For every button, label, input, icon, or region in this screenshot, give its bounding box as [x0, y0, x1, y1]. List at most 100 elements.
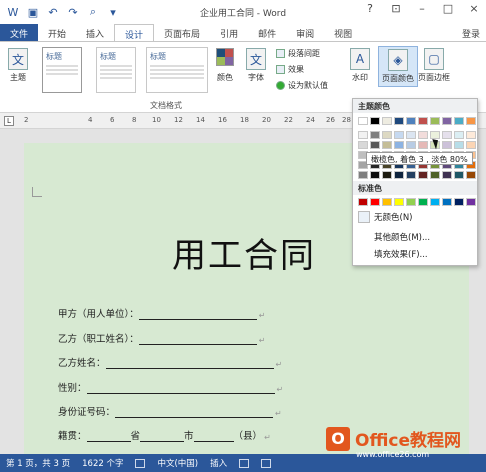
ruler-tick: 10: [152, 116, 161, 124]
theme-shade-swatch[interactable]: [454, 171, 464, 179]
standard-color-swatch[interactable]: [418, 198, 428, 206]
standard-color-swatch[interactable]: [394, 198, 404, 206]
theme-shade-swatch[interactable]: [382, 171, 392, 179]
word-app-icon[interactable]: W: [6, 5, 20, 19]
theme-shade-swatch[interactable]: [418, 141, 428, 149]
save-icon[interactable]: ▣: [26, 5, 40, 19]
theme-shade-swatch[interactable]: [358, 171, 368, 179]
tab-review[interactable]: 审阅: [286, 24, 324, 42]
theme-shade-swatch[interactable]: [406, 131, 416, 139]
tab-file[interactable]: 文件: [0, 24, 38, 42]
theme-color-swatch[interactable]: [394, 117, 404, 125]
standard-color-swatch[interactable]: [358, 198, 368, 206]
theme-shade-swatch[interactable]: [370, 131, 380, 139]
no-color-option[interactable]: 无颜色(N): [358, 211, 413, 223]
theme-shade-swatch[interactable]: [442, 131, 452, 139]
language-indicator[interactable]: 中文(中国): [157, 457, 198, 469]
theme-shade-swatch[interactable]: [454, 131, 464, 139]
theme-shade-swatch[interactable]: [370, 141, 380, 149]
theme-shade-swatch[interactable]: [394, 141, 404, 149]
standard-color-swatch[interactable]: [466, 198, 476, 206]
theme-shade-swatch[interactable]: [358, 141, 368, 149]
field-party-b-name[interactable]: 乙方姓名： ↵: [58, 355, 282, 369]
standard-color-swatch[interactable]: [430, 198, 440, 206]
page-color-button[interactable]: ◈ 页面颜色: [378, 46, 418, 87]
theme-shade-swatch[interactable]: [466, 141, 476, 149]
paragraph-spacing-button[interactable]: 段落间距: [276, 48, 320, 59]
customize-qat-icon[interactable]: ▾: [106, 5, 120, 19]
colors-button[interactable]: 颜色: [216, 48, 234, 83]
style-set-3[interactable]: 标题: [146, 47, 208, 93]
style-set-1[interactable]: 标题: [42, 47, 82, 93]
fonts-button[interactable]: 文 字体: [246, 48, 266, 83]
print-layout-icon[interactable]: [261, 458, 272, 468]
proofing-icon[interactable]: [135, 458, 146, 468]
tab-design[interactable]: 设计: [114, 24, 155, 42]
tab-view[interactable]: 视图: [324, 24, 362, 42]
theme-color-swatch[interactable]: [454, 117, 464, 125]
standard-color-swatch[interactable]: [406, 198, 416, 206]
theme-shade-swatch[interactable]: [406, 171, 416, 179]
theme-shade-swatch[interactable]: [382, 141, 392, 149]
theme-shade-swatch[interactable]: [466, 171, 476, 179]
standard-color-swatch[interactable]: [382, 198, 392, 206]
page-borders-button[interactable]: ▢ 页面边框: [418, 48, 450, 83]
field-party-a[interactable]: 甲方（用人单位）： ↵: [58, 306, 265, 320]
theme-shade-swatch[interactable]: [442, 171, 452, 179]
fill-effects-option[interactable]: 填充效果(F)...: [374, 248, 428, 260]
theme-shade-swatch[interactable]: [466, 131, 476, 139]
theme-color-swatch[interactable]: [418, 117, 428, 125]
themes-button[interactable]: 文 主题: [8, 48, 28, 83]
insert-mode[interactable]: 插入: [210, 457, 227, 469]
theme-color-swatch[interactable]: [442, 117, 452, 125]
tab-mailings[interactable]: 邮件: [248, 24, 286, 42]
maximize-button[interactable]: □: [440, 2, 456, 15]
read-mode-icon[interactable]: [239, 458, 250, 468]
field-gender[interactable]: 性别： ↵: [58, 380, 283, 394]
theme-color-swatch[interactable]: [406, 117, 416, 125]
theme-color-swatch[interactable]: [358, 117, 368, 125]
redo-icon[interactable]: ↷: [66, 5, 80, 19]
sign-in-link[interactable]: 登录: [462, 27, 480, 40]
field-id-number[interactable]: 身份证号码： ↵: [58, 404, 282, 418]
theme-shade-swatch[interactable]: [394, 171, 404, 179]
tab-layout[interactable]: 页面布局: [154, 24, 210, 42]
tab-selector[interactable]: L: [4, 116, 14, 126]
help-button[interactable]: ?: [362, 2, 378, 15]
theme-shade-swatch[interactable]: [430, 171, 440, 179]
theme-shade-swatch[interactable]: [394, 131, 404, 139]
theme-color-swatch[interactable]: [466, 117, 476, 125]
theme-shade-swatch[interactable]: [382, 131, 392, 139]
theme-color-swatch[interactable]: [370, 117, 380, 125]
close-button[interactable]: ×: [466, 2, 482, 15]
page-count[interactable]: 第 1 页，共 3 页: [6, 457, 70, 469]
theme-shade-swatch[interactable]: [370, 171, 380, 179]
effects-button[interactable]: 效果: [276, 64, 304, 75]
theme-shade-swatch[interactable]: [442, 141, 452, 149]
set-as-default-button[interactable]: 设为默认值: [276, 80, 328, 91]
tab-home[interactable]: 开始: [38, 24, 76, 42]
word-count[interactable]: 1622 个字: [82, 457, 123, 469]
minimize-button[interactable]: –: [414, 2, 430, 15]
blank-line: [193, 432, 234, 442]
more-colors-option[interactable]: 其他颜色(M)...: [374, 231, 430, 243]
undo-icon[interactable]: ↶: [46, 5, 60, 19]
field-native-place[interactable]: 籍贯： 省 市 （县） ↵: [58, 428, 271, 442]
theme-color-swatch[interactable]: [430, 117, 440, 125]
tab-references[interactable]: 引用: [210, 24, 248, 42]
theme-color-swatch[interactable]: [382, 117, 392, 125]
style-set-2[interactable]: 标题: [96, 47, 136, 93]
tab-insert[interactable]: 插入: [76, 24, 114, 42]
print-preview-icon[interactable]: ⌕: [86, 5, 100, 19]
standard-color-swatch[interactable]: [454, 198, 464, 206]
field-party-b[interactable]: 乙方（职工姓名）： ↵: [58, 331, 265, 345]
theme-shade-swatch[interactable]: [358, 131, 368, 139]
ribbon-display-button[interactable]: ⊡: [388, 2, 404, 15]
standard-color-swatch[interactable]: [370, 198, 380, 206]
theme-shade-swatch[interactable]: [454, 141, 464, 149]
standard-color-swatch[interactable]: [442, 198, 452, 206]
theme-shade-swatch[interactable]: [418, 171, 428, 179]
theme-shade-swatch[interactable]: [406, 141, 416, 149]
watermark-button[interactable]: A 水印: [350, 48, 370, 83]
theme-shade-swatch[interactable]: [418, 131, 428, 139]
